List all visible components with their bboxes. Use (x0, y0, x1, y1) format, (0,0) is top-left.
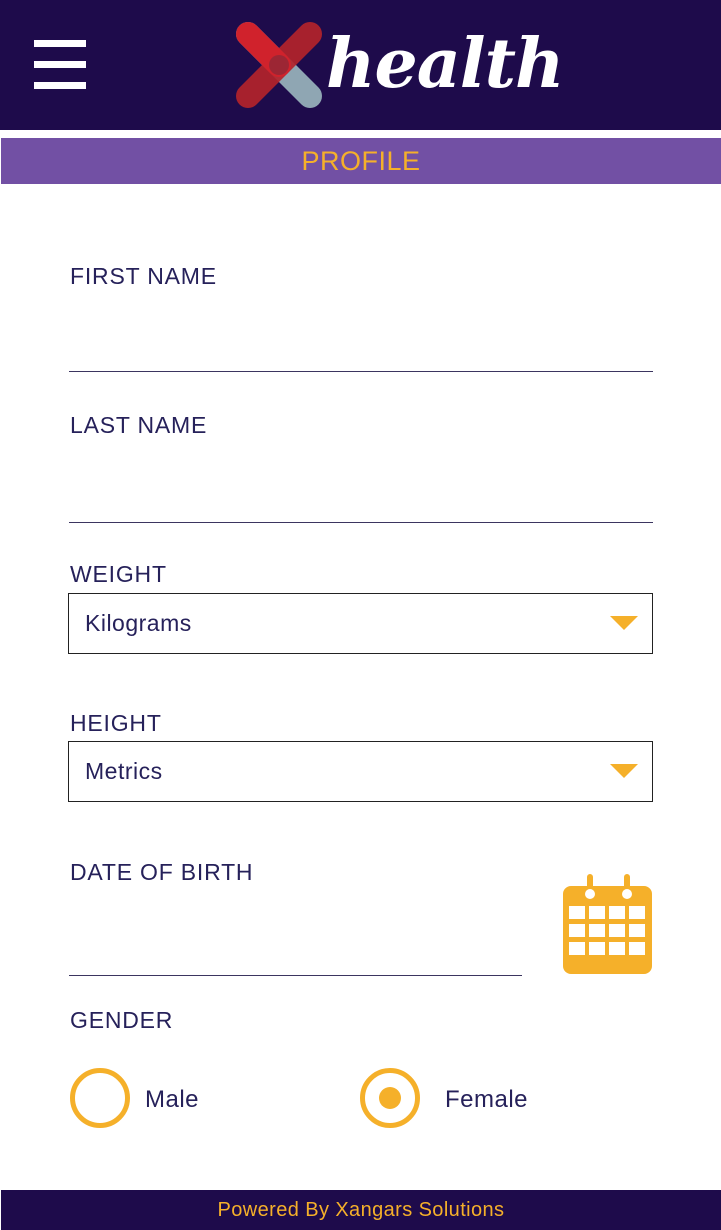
height-unit-select[interactable]: Metrics (68, 741, 653, 802)
last-name-field[interactable] (69, 482, 653, 523)
first-name-label: FIRST NAME (70, 263, 217, 289)
chevron-down-icon (610, 764, 638, 778)
footer-bar: Powered By Xangars Solutions (1, 1190, 721, 1230)
footer-text: Powered By Xangars Solutions (217, 1199, 505, 1221)
weight-unit-value: Kilograms (85, 610, 192, 636)
chevron-down-icon (610, 616, 638, 630)
date-of-birth-label: DATE OF BIRTH (70, 859, 254, 885)
page-title: PROFILE (301, 146, 421, 176)
app-header: health (0, 0, 721, 130)
header-divider (0, 130, 721, 138)
gender-male-label[interactable]: Male (145, 1086, 199, 1114)
radio-unselected-icon (70, 1068, 130, 1128)
x-logo-icon (236, 22, 322, 108)
last-name-label: LAST NAME (70, 412, 208, 438)
app-logo: health (230, 18, 564, 113)
date-of-birth-field[interactable] (69, 935, 522, 976)
gender-label: GENDER (70, 1007, 174, 1033)
logo-wordmark: health (326, 24, 564, 104)
gender-female-label[interactable]: Female (445, 1086, 528, 1114)
radio-dot-icon (379, 1087, 401, 1109)
calendar-icon[interactable] (561, 872, 654, 976)
page-title-bar: PROFILE (1, 138, 721, 184)
first-name-field[interactable] (69, 331, 653, 372)
hamburger-menu-icon[interactable] (34, 40, 86, 90)
height-unit-value: Metrics (85, 758, 163, 784)
height-label: HEIGHT (70, 710, 162, 736)
weight-unit-select[interactable]: Kilograms (68, 593, 653, 654)
gender-male-radio[interactable] (70, 1068, 130, 1128)
gender-female-radio[interactable] (360, 1068, 420, 1128)
weight-label: WEIGHT (70, 561, 167, 587)
